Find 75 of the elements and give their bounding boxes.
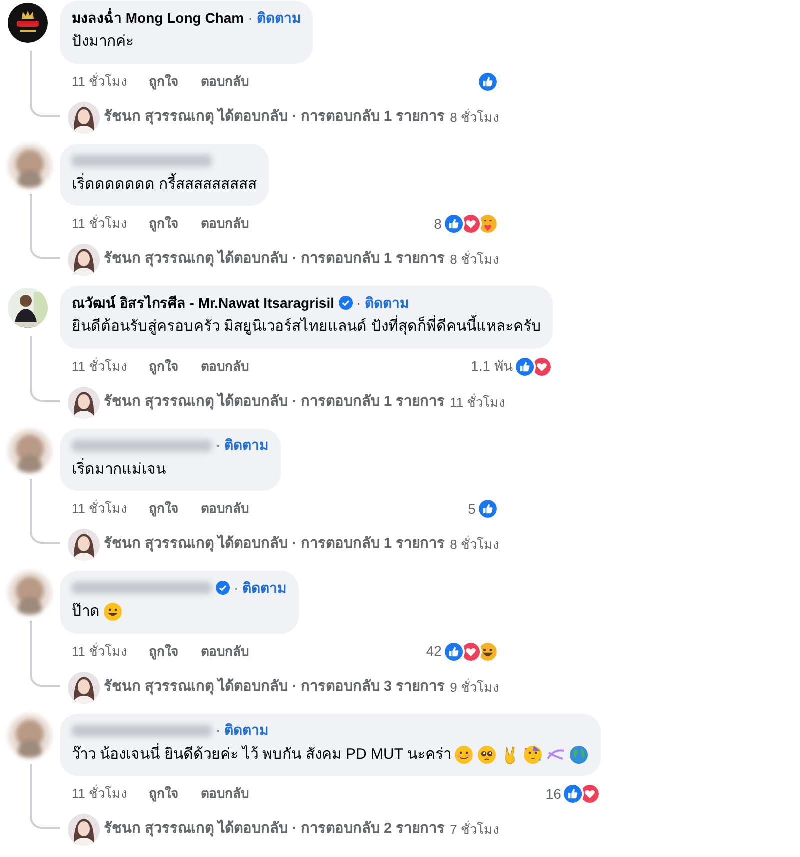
thread-line [30,764,60,829]
thread-line [30,336,60,402]
reply-time: 7 ชั่วโมง [450,820,499,840]
follow-link[interactable]: ติดตาม [242,578,287,598]
view-replies-link[interactable]: รัชนก สุวรรณเกตุ ได้ตอบกลับ · การตอบกลับ 2 รายการ [104,819,446,841]
thumbs-up-icon [442,213,465,235]
like-link[interactable]: ถูกใจ [149,72,180,92]
comment-text: ว๊าว น้องเจนนี่ ยินดีด้วยค่ะ ไว้ พบกัน สังคม PD MUT นะคร่า [72,744,452,764]
like-link[interactable]: ถูกใจ [149,784,180,804]
separator-dot: · [248,8,253,28]
follow-link[interactable]: ติดตาม [224,435,269,456]
reply-link[interactable]: ตอบกลับ [201,642,250,662]
thread-line [30,621,60,686]
follow-link[interactable]: ติดตาม [224,720,269,741]
reply-link[interactable]: ตอบกลับ [201,356,250,376]
comment-text: เริ่ดดดดดดด กรี้สสสสสสสสส [72,174,258,196]
thumbs-up-icon [476,498,499,520]
view-replies-link[interactable]: รัชนก สุวรรณเกตุ ได้ตอบกลับ · การตอบกลับ 3 รายการ [104,676,446,698]
like-link[interactable]: ถูกใจ [149,642,180,662]
reply-link[interactable]: ตอบกลับ [201,214,250,234]
reaction-count: 5 [468,500,476,518]
comment-text: ยินดีต้อนรับสู่ครอบครัว มิสยูนิเวอร์สไทยแลนด์ ปังที่สุดก็พี่ดีคนนี้แหละครับ [72,316,542,338]
comment-text: ป๊าด [72,602,100,622]
reply-time: 8 ชั่วโมง [450,250,499,270]
reply-link[interactable]: ตอบกลับ [201,784,250,804]
reaction-count: 8 [434,214,442,234]
globe-emoji-icon [569,744,590,765]
like-link[interactable]: ถูกใจ [149,499,180,519]
view-replies-link[interactable]: รัชนก สุวรรณเกตุ ได้ตอบกลับ · การตอบกลับ 1 รายการ [104,534,446,556]
laugh-emoji-icon [103,602,123,622]
thread-line [30,478,60,544]
comment-time: 11 ชั่วโมง [72,356,128,376]
pleading-emoji-icon [477,744,498,765]
comment-time: 11 ชั่วโมง [72,784,128,804]
thread-line [30,194,60,259]
reply-time: 8 ชั่วโมง [450,108,499,127]
thumbs-up-icon [562,783,584,805]
like-link[interactable]: ถูกใจ [149,214,180,234]
comment-time: 11 ชั่วโมง [72,214,128,234]
comment-time: 11 ชั่วโมง [72,642,128,661]
thumbs-up-icon [476,70,499,92]
reaction-count: 1.1 พัน [470,357,514,376]
view-replies-link[interactable]: รัชนก สุวรรณเกตุ ได้ตอบกลับ · การตอบกลับ 1 รายการ [104,106,446,128]
thread-line [30,51,60,116]
view-replies-link[interactable]: รัชนก สุวรรณเกตุ ได้ตอบกลับ · การตอบกลับ 1 รายการ [104,249,446,271]
reaction-count: 42 [426,642,442,661]
reply-time: 11 ชั่วโมง [450,392,506,412]
verified-badge-icon [216,581,230,595]
separator-dot: · [216,436,221,455]
comment-time: 11 ชั่วโมง [72,499,128,518]
comment-text: เริ่ดมากแม่เจน [72,458,166,480]
comment-time: 11 ชั่วโมง [72,72,128,91]
author-link[interactable]: มงลงฉ่ำ Mong Long Cham [72,8,244,28]
heart-icon [531,356,554,378]
thumbs-up-icon [514,356,536,378]
party-emoji-icon [523,744,544,765]
comment-text: ปังมากค่ะ [72,32,134,52]
separator-dot: · [356,294,362,312]
separator-dot: · [234,578,239,598]
reply-time: 8 ชั่วโมง [450,535,499,554]
verified-badge-icon [338,296,352,310]
follow-link[interactable]: ติดตาม [365,292,410,314]
reply-link[interactable]: ตอบกลับ [201,499,250,519]
reply-time: 9 ชั่วโมง [450,678,499,697]
reply-link[interactable]: ตอบกลับ [201,72,250,92]
author-link[interactable]: ณวัฒน์ อิสรไกรศีล - Mr.Nawat Itsaragrisil [72,292,334,314]
thumbs-up-icon [442,640,465,662]
crown-logo-icon [8,3,48,43]
heart-icon [579,783,602,805]
reaction-count: 16 [546,784,562,804]
separator-dot: · [216,721,221,740]
follow-link[interactable]: ติดตาม [256,8,301,28]
smile-emoji-icon [454,744,474,765]
view-replies-link[interactable]: รัชนก สุวรรณเกตุ ได้ตอบกลับ · การตอบกลับ 1 รายการ [104,392,446,414]
like-link[interactable]: ถูกใจ [149,356,180,376]
